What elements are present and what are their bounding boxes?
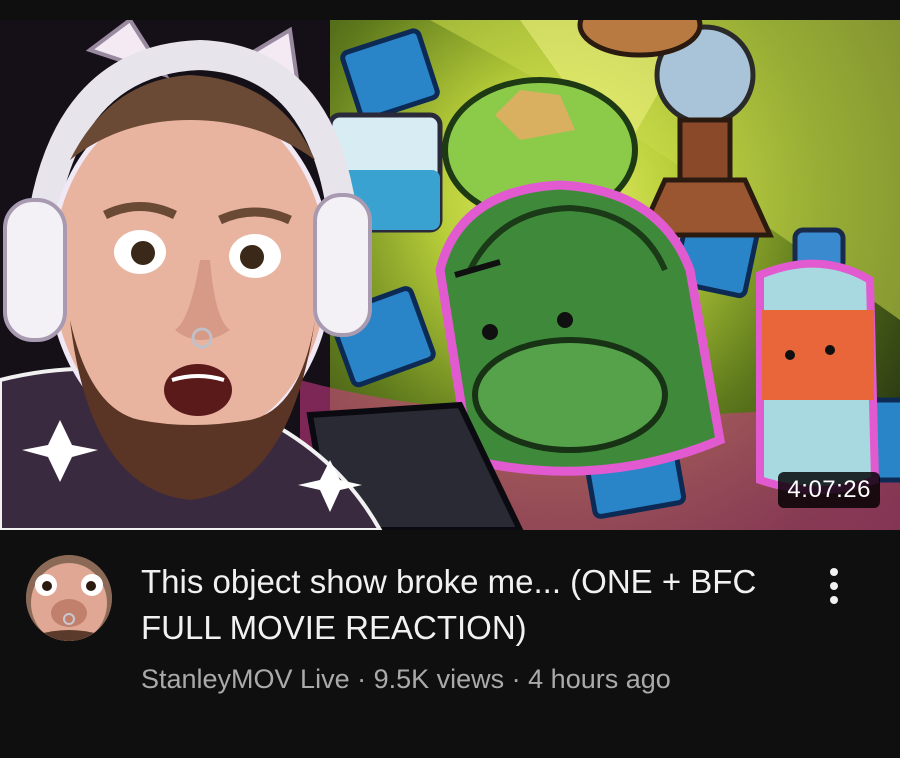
- upload-age: 4 hours ago: [528, 664, 671, 694]
- meta-separator: ·: [504, 664, 529, 694]
- view-count: 9.5K views: [373, 664, 505, 694]
- channel-name[interactable]: StanleyMOV Live: [141, 664, 350, 694]
- video-title[interactable]: This object show broke me... (ONE + BFC …: [141, 559, 781, 651]
- more-vert-icon: [830, 568, 838, 604]
- channel-avatar[interactable]: [26, 555, 112, 641]
- video-card[interactable]: 4:07:26 This object show broke me... (ON…: [0, 0, 900, 758]
- avatar-image: [26, 555, 112, 641]
- video-thumbnail[interactable]: 4:07:26: [0, 20, 900, 530]
- meta-separator: ·: [349, 664, 374, 694]
- duration-badge: 4:07:26: [778, 472, 880, 508]
- video-metadata: StanleyMOV Live · 9.5K views · 4 hours a…: [141, 660, 821, 698]
- more-options-button[interactable]: [814, 560, 854, 612]
- thumbnail-artwork: [0, 20, 900, 530]
